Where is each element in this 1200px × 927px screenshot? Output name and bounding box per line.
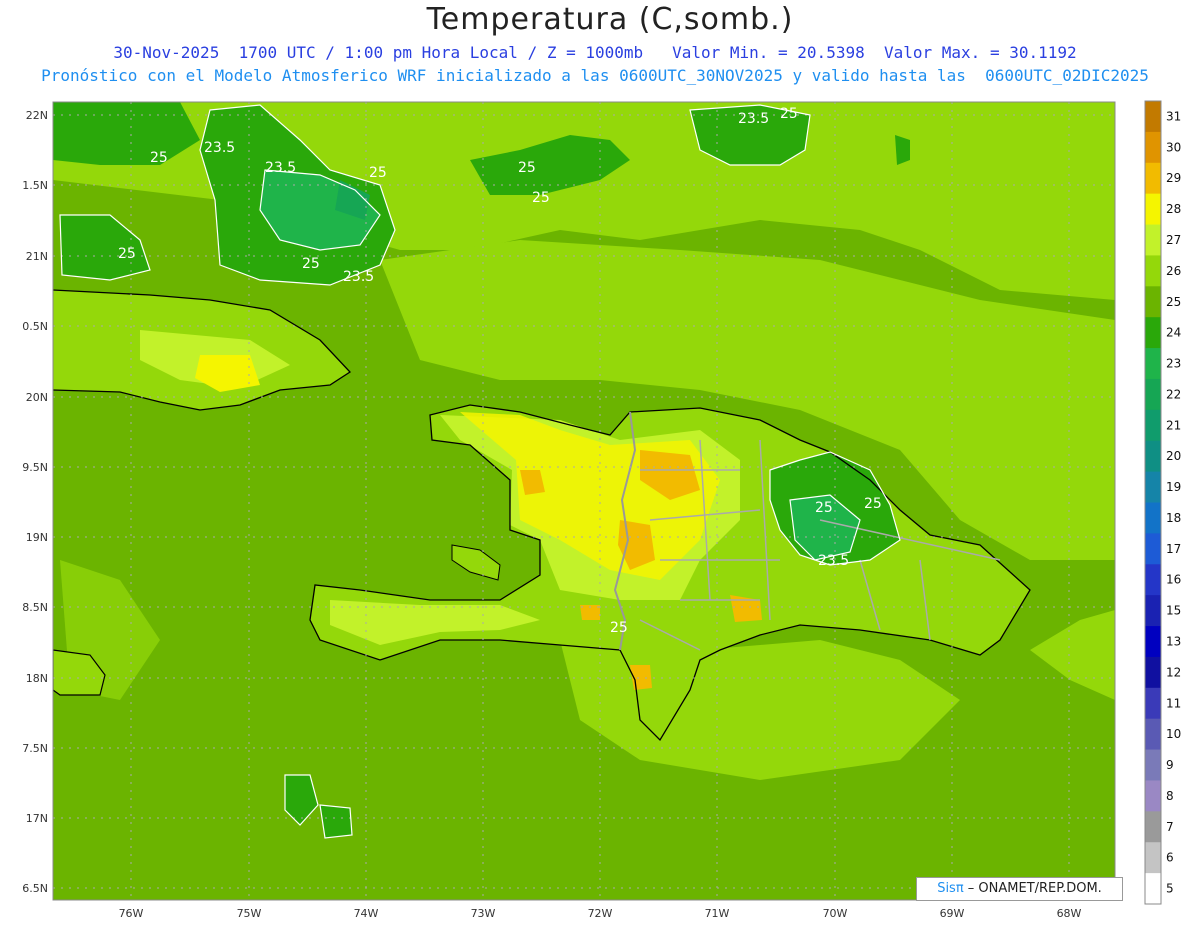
lon-label: 70W [823, 907, 848, 920]
lat-label: 7.5N [22, 742, 48, 755]
colorbar-swatch [1145, 502, 1161, 534]
colorbar-label: 31 [1166, 109, 1181, 123]
contour-label: 23.5 [265, 160, 296, 176]
lat-label: 0.5N [22, 320, 48, 333]
colorbar-swatch [1145, 687, 1161, 720]
credit-text: – ONAMET/REP.DOM. [963, 881, 1102, 896]
contour-label: 25 [610, 620, 628, 636]
lat-label: 22N [26, 109, 48, 122]
contour-label: 25 [518, 160, 536, 176]
colorbar-label: 27 [1166, 233, 1181, 247]
colorbar-label: 28 [1166, 202, 1181, 216]
lat-label: 6.5N [22, 882, 48, 895]
colorbar-swatch [1145, 626, 1161, 658]
colorbar-label: 24 [1166, 326, 1181, 340]
contour-label: 23.5 [818, 553, 849, 569]
colorbar-label: 20 [1166, 449, 1181, 463]
colorbar-label: 13 [1166, 634, 1181, 648]
colorbar-label: 26 [1166, 264, 1181, 278]
colorbar-swatch [1145, 564, 1161, 596]
lon-label: 75W [237, 907, 262, 920]
colorbar-label: 8 [1166, 789, 1174, 803]
colorbar-swatch [1145, 409, 1161, 442]
colorbar-label: 17 [1166, 542, 1181, 556]
colorbar-label: 6 [1166, 851, 1174, 865]
colorbar-label: 18 [1166, 511, 1181, 525]
contour-label: 25 [815, 500, 833, 516]
colorbar-label: 16 [1166, 573, 1181, 587]
colorbar-swatch [1145, 101, 1161, 133]
lon-label: 71W [705, 907, 730, 920]
contour-label: 25 [780, 106, 798, 122]
lat-label: 18N [26, 672, 48, 685]
lon-label: 74W [354, 907, 379, 920]
contour-label: 25 [532, 190, 550, 206]
contour-label: 25 [150, 150, 168, 166]
lon-label: 76W [119, 907, 144, 920]
lon-label: 69W [940, 907, 965, 920]
lat-label: 17N [26, 812, 48, 825]
colorbar-swatch [1145, 471, 1161, 503]
sispi-logo: Sisπ [937, 881, 964, 896]
colorbar-swatch [1145, 378, 1161, 411]
lon-label: 68W [1057, 907, 1082, 920]
lat-label: 21N [26, 250, 48, 263]
latitude-axis: 22N 1.5N 21N 0.5N 20N 9.5N 19N 8.5N 18N … [22, 109, 48, 895]
colorbar-swatch [1145, 533, 1161, 565]
colorbar-label: 21 [1166, 418, 1181, 432]
credit-box: Sisπ – ONAMET/REP.DOM. [916, 877, 1123, 901]
colorbar-label: 11 [1166, 696, 1181, 710]
colorbar-label: 12 [1166, 665, 1181, 679]
colorbar-label: 7 [1166, 820, 1174, 834]
colorbar-swatch [1145, 595, 1161, 627]
colorbar-label: 23 [1166, 357, 1181, 371]
colorbar-swatch [1145, 656, 1161, 689]
lat-label: 8.5N [22, 601, 48, 614]
colorbar-label: 15 [1166, 604, 1181, 618]
colorbar-swatch [1145, 440, 1161, 473]
colorbar-swatch [1145, 811, 1161, 843]
lat-label: 9.5N [22, 461, 48, 474]
colorbar-label: 5 [1166, 882, 1174, 896]
colorbar-swatch [1145, 193, 1161, 225]
colorbar-swatch [1145, 162, 1161, 195]
colorbar-label: 30 [1166, 140, 1181, 154]
lon-label: 73W [471, 907, 496, 920]
temperature-colorbar: 31 30 29 28 27 26 25 24 23 22 21 20 19 18 17 16 15 13 12 11… [1144, 100, 1181, 905]
map-plot-area: 25 23.5 23.5 25 25 25 25 23.5 25 23.5 25… [53, 102, 1115, 900]
colorbar-swatch [1145, 873, 1161, 905]
colorbar-label: 10 [1166, 727, 1181, 741]
colorbar-label: 22 [1166, 387, 1181, 401]
colorbar-swatch [1145, 255, 1161, 287]
colorbar-label: 9 [1166, 758, 1174, 772]
colorbar-swatch [1145, 749, 1161, 781]
colorbar-label: 25 [1166, 295, 1181, 309]
contour-label: 25 [864, 496, 882, 512]
colorbar-label: 19 [1166, 480, 1181, 494]
lat-label: 1.5N [22, 179, 48, 192]
colorbar-swatch [1145, 780, 1161, 812]
contour-label: 23.5 [738, 111, 769, 127]
lon-label: 72W [588, 907, 613, 920]
colorbar-swatch [1145, 286, 1161, 318]
colorbar-swatch [1145, 348, 1161, 380]
contour-label: 23.5 [343, 269, 374, 285]
contour-label: 23.5 [204, 140, 235, 156]
colorbar-swatch [1145, 224, 1161, 256]
lat-label: 19N [26, 531, 48, 544]
contour-label: 25 [118, 246, 136, 262]
colorbar-swatch [1145, 718, 1161, 750]
colorbar-label: 29 [1166, 171, 1181, 185]
colorbar-swatch [1145, 317, 1161, 349]
contour-label: 25 [302, 256, 320, 272]
contour-label: 25 [369, 165, 387, 181]
colorbar-swatch [1145, 842, 1161, 874]
longitude-axis: 76W 75W 74W 73W 72W 71W 70W 69W 68W [119, 907, 1082, 920]
lat-label: 20N [26, 391, 48, 404]
colorbar-swatch [1145, 131, 1161, 164]
